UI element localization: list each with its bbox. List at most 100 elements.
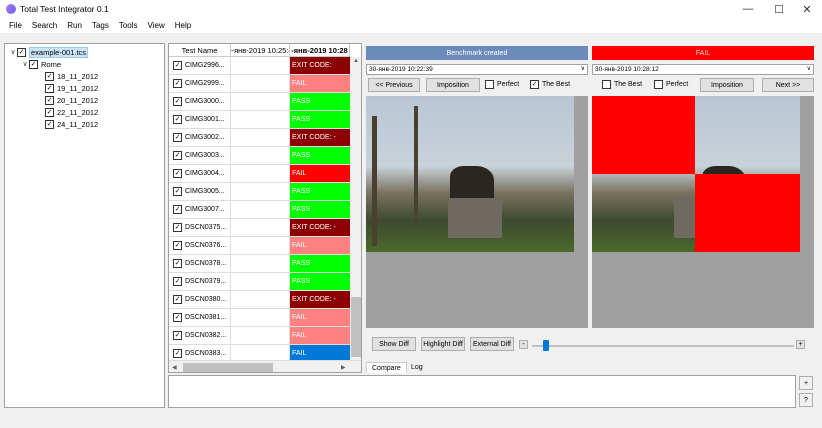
perfect-checkbox-right[interactable]: Perfect — [654, 80, 688, 89]
checkbox[interactable]: ✓ — [173, 97, 182, 106]
close-icon[interactable]: ✕ — [792, 0, 822, 18]
status-cell[interactable]: FAIL — [290, 75, 350, 92]
zoom-out-button[interactable]: - — [519, 340, 528, 349]
checkbox[interactable]: ✓ — [173, 115, 182, 124]
table-row[interactable]: ✓ CIMG2996... EXIT CODE: — [169, 57, 350, 75]
checkbox[interactable]: ✓ — [530, 80, 539, 89]
status-cell[interactable]: FAIL — [290, 165, 350, 182]
run-1-cell[interactable] — [231, 93, 290, 110]
run-1-cell[interactable] — [231, 291, 290, 308]
menu-tools[interactable]: Tools — [114, 21, 143, 30]
status-cell[interactable]: PASS — [290, 147, 350, 164]
scroll-left-icon[interactable]: ◀ — [172, 364, 177, 371]
test-tree[interactable]: ∨ ✓ example-001.tcs ∨ ✓ Rome ✓ 18_11_201… — [4, 43, 165, 408]
horizontal-scrollbar[interactable]: ◀ ▶ — [169, 360, 361, 372]
table-row[interactable]: ✓ DSCN0376... FAIL — [169, 237, 350, 255]
tree-folder[interactable]: ∨ ✓ Rome — [21, 58, 61, 70]
checkbox[interactable]: ✓ — [173, 133, 182, 142]
scroll-right-icon[interactable]: ▶ — [341, 364, 346, 371]
tree-item[interactable]: ✓ 22_11_2012 — [45, 106, 98, 118]
checkbox[interactable] — [485, 80, 494, 89]
table-row[interactable]: ✓ CIMG3005... PASS — [169, 183, 350, 201]
checkbox[interactable] — [602, 80, 611, 89]
table-row[interactable]: ✓ CIMG3000... PASS — [169, 93, 350, 111]
menu-tags[interactable]: Tags — [87, 21, 114, 30]
run-1-cell[interactable] — [231, 237, 290, 254]
menu-search[interactable]: Search — [27, 21, 62, 30]
best-checkbox-right[interactable]: The Best — [602, 80, 642, 89]
menu-help[interactable]: Help — [170, 21, 196, 30]
checkbox[interactable]: ✓ — [173, 259, 182, 268]
table-row[interactable]: ✓ DSCN0375... EXIT CODE: - — [169, 219, 350, 237]
checkbox[interactable]: ✓ — [29, 59, 38, 69]
run-1-cell[interactable] — [231, 183, 290, 200]
checkbox[interactable]: ✓ — [173, 169, 182, 178]
status-cell[interactable]: PASS — [290, 93, 350, 110]
checkbox[interactable]: ✓ — [45, 83, 54, 93]
run-1-cell[interactable] — [231, 129, 290, 146]
checkbox[interactable]: ✓ — [45, 119, 54, 129]
previous-button[interactable]: << Previous — [368, 78, 420, 92]
tree-root[interactable]: ∨ ✓ example-001.tcs — [9, 46, 89, 58]
table-row[interactable]: ✓ CIMG3007... PASS — [169, 201, 350, 219]
status-cell[interactable]: EXIT CODE: — [290, 57, 350, 74]
column-header-run-1[interactable]: 0-янв-2019 10:25:4 — [231, 44, 290, 56]
status-cell[interactable]: PASS — [290, 201, 350, 218]
run-1-cell[interactable] — [231, 273, 290, 290]
collapse-icon[interactable]: ∨ — [21, 60, 29, 68]
menu-file[interactable]: File — [4, 21, 27, 30]
scroll-thumb[interactable] — [351, 297, 361, 357]
checkbox[interactable]: ✓ — [173, 223, 182, 232]
checkbox[interactable]: ✓ — [173, 79, 182, 88]
checkbox[interactable]: ✓ — [173, 241, 182, 250]
column-header-run-2[interactable]: -янв-2019 10:28 — [290, 44, 350, 56]
log-area[interactable] — [168, 375, 796, 408]
table-row[interactable]: ✓ DSCN0381... FAIL — [169, 309, 350, 327]
collapse-icon[interactable]: ∨ — [9, 48, 17, 56]
checkbox[interactable]: ✓ — [173, 295, 182, 304]
run-1-cell[interactable] — [231, 165, 290, 182]
scroll-thumb[interactable] — [183, 363, 273, 372]
left-date-select[interactable]: 30-янв-2019 10:22:39 ∨ — [366, 64, 588, 75]
next-button[interactable]: Next >> — [762, 78, 814, 92]
table-row[interactable]: ✓ CIMG3002... EXIT CODE: - — [169, 129, 350, 147]
status-cell[interactable]: FAIL — [290, 327, 350, 344]
run-1-cell[interactable] — [231, 147, 290, 164]
table-row[interactable]: ✓ DSCN0378... PASS — [169, 255, 350, 273]
table-row[interactable]: ✓ CIMG3004... FAIL — [169, 165, 350, 183]
column-header-test-name[interactable]: Test Name — [169, 44, 231, 56]
tree-item[interactable]: ✓ 24_11_2012 — [45, 118, 98, 130]
threshold-slider[interactable] — [532, 345, 794, 347]
checkbox[interactable]: ✓ — [45, 107, 54, 117]
status-cell[interactable]: PASS — [290, 273, 350, 290]
tree-item[interactable]: ✓ 18_11_2012 — [45, 70, 98, 82]
checkbox[interactable]: ✓ — [173, 61, 182, 70]
checkbox[interactable]: ✓ — [173, 151, 182, 160]
help-button[interactable]: ? — [799, 393, 813, 407]
best-checkbox-left[interactable]: ✓ The Best — [530, 80, 570, 89]
tab-compare[interactable]: Compare — [366, 362, 407, 373]
menu-run[interactable]: Run — [62, 21, 87, 30]
slider-thumb[interactable] — [543, 340, 549, 351]
table-row[interactable]: ✓ DSCN0380... EXIT CODE: - — [169, 291, 350, 309]
add-button[interactable]: + — [799, 376, 813, 390]
run-1-cell[interactable] — [231, 219, 290, 236]
checkbox[interactable]: ✓ — [173, 313, 182, 322]
status-cell[interactable]: FAIL — [290, 237, 350, 254]
table-row[interactable]: ✓ DSCN0382... FAIL — [169, 327, 350, 345]
benchmark-image-panel[interactable] — [366, 96, 588, 328]
table-row[interactable]: ✓ CIMG3003... PASS — [169, 147, 350, 165]
status-cell[interactable]: FAIL — [290, 309, 350, 326]
checkbox[interactable]: ✓ — [45, 71, 54, 81]
table-row[interactable]: ✓ DSCN0379... PASS — [169, 273, 350, 291]
run-1-cell[interactable] — [231, 75, 290, 92]
right-date-select[interactable]: 30-янв-2019 10:28:12 ∨ — [592, 64, 814, 75]
run-1-cell[interactable] — [231, 111, 290, 128]
zoom-in-button[interactable]: + — [796, 340, 805, 349]
scroll-up-icon[interactable]: ▲ — [353, 58, 359, 64]
table-row[interactable]: ✓ CIMG3001... PASS — [169, 111, 350, 129]
external-diff-button[interactable]: External Diff — [470, 337, 514, 351]
minimize-icon[interactable]: — — [733, 0, 763, 18]
run-1-cell[interactable] — [231, 201, 290, 218]
run-1-cell[interactable] — [231, 327, 290, 344]
